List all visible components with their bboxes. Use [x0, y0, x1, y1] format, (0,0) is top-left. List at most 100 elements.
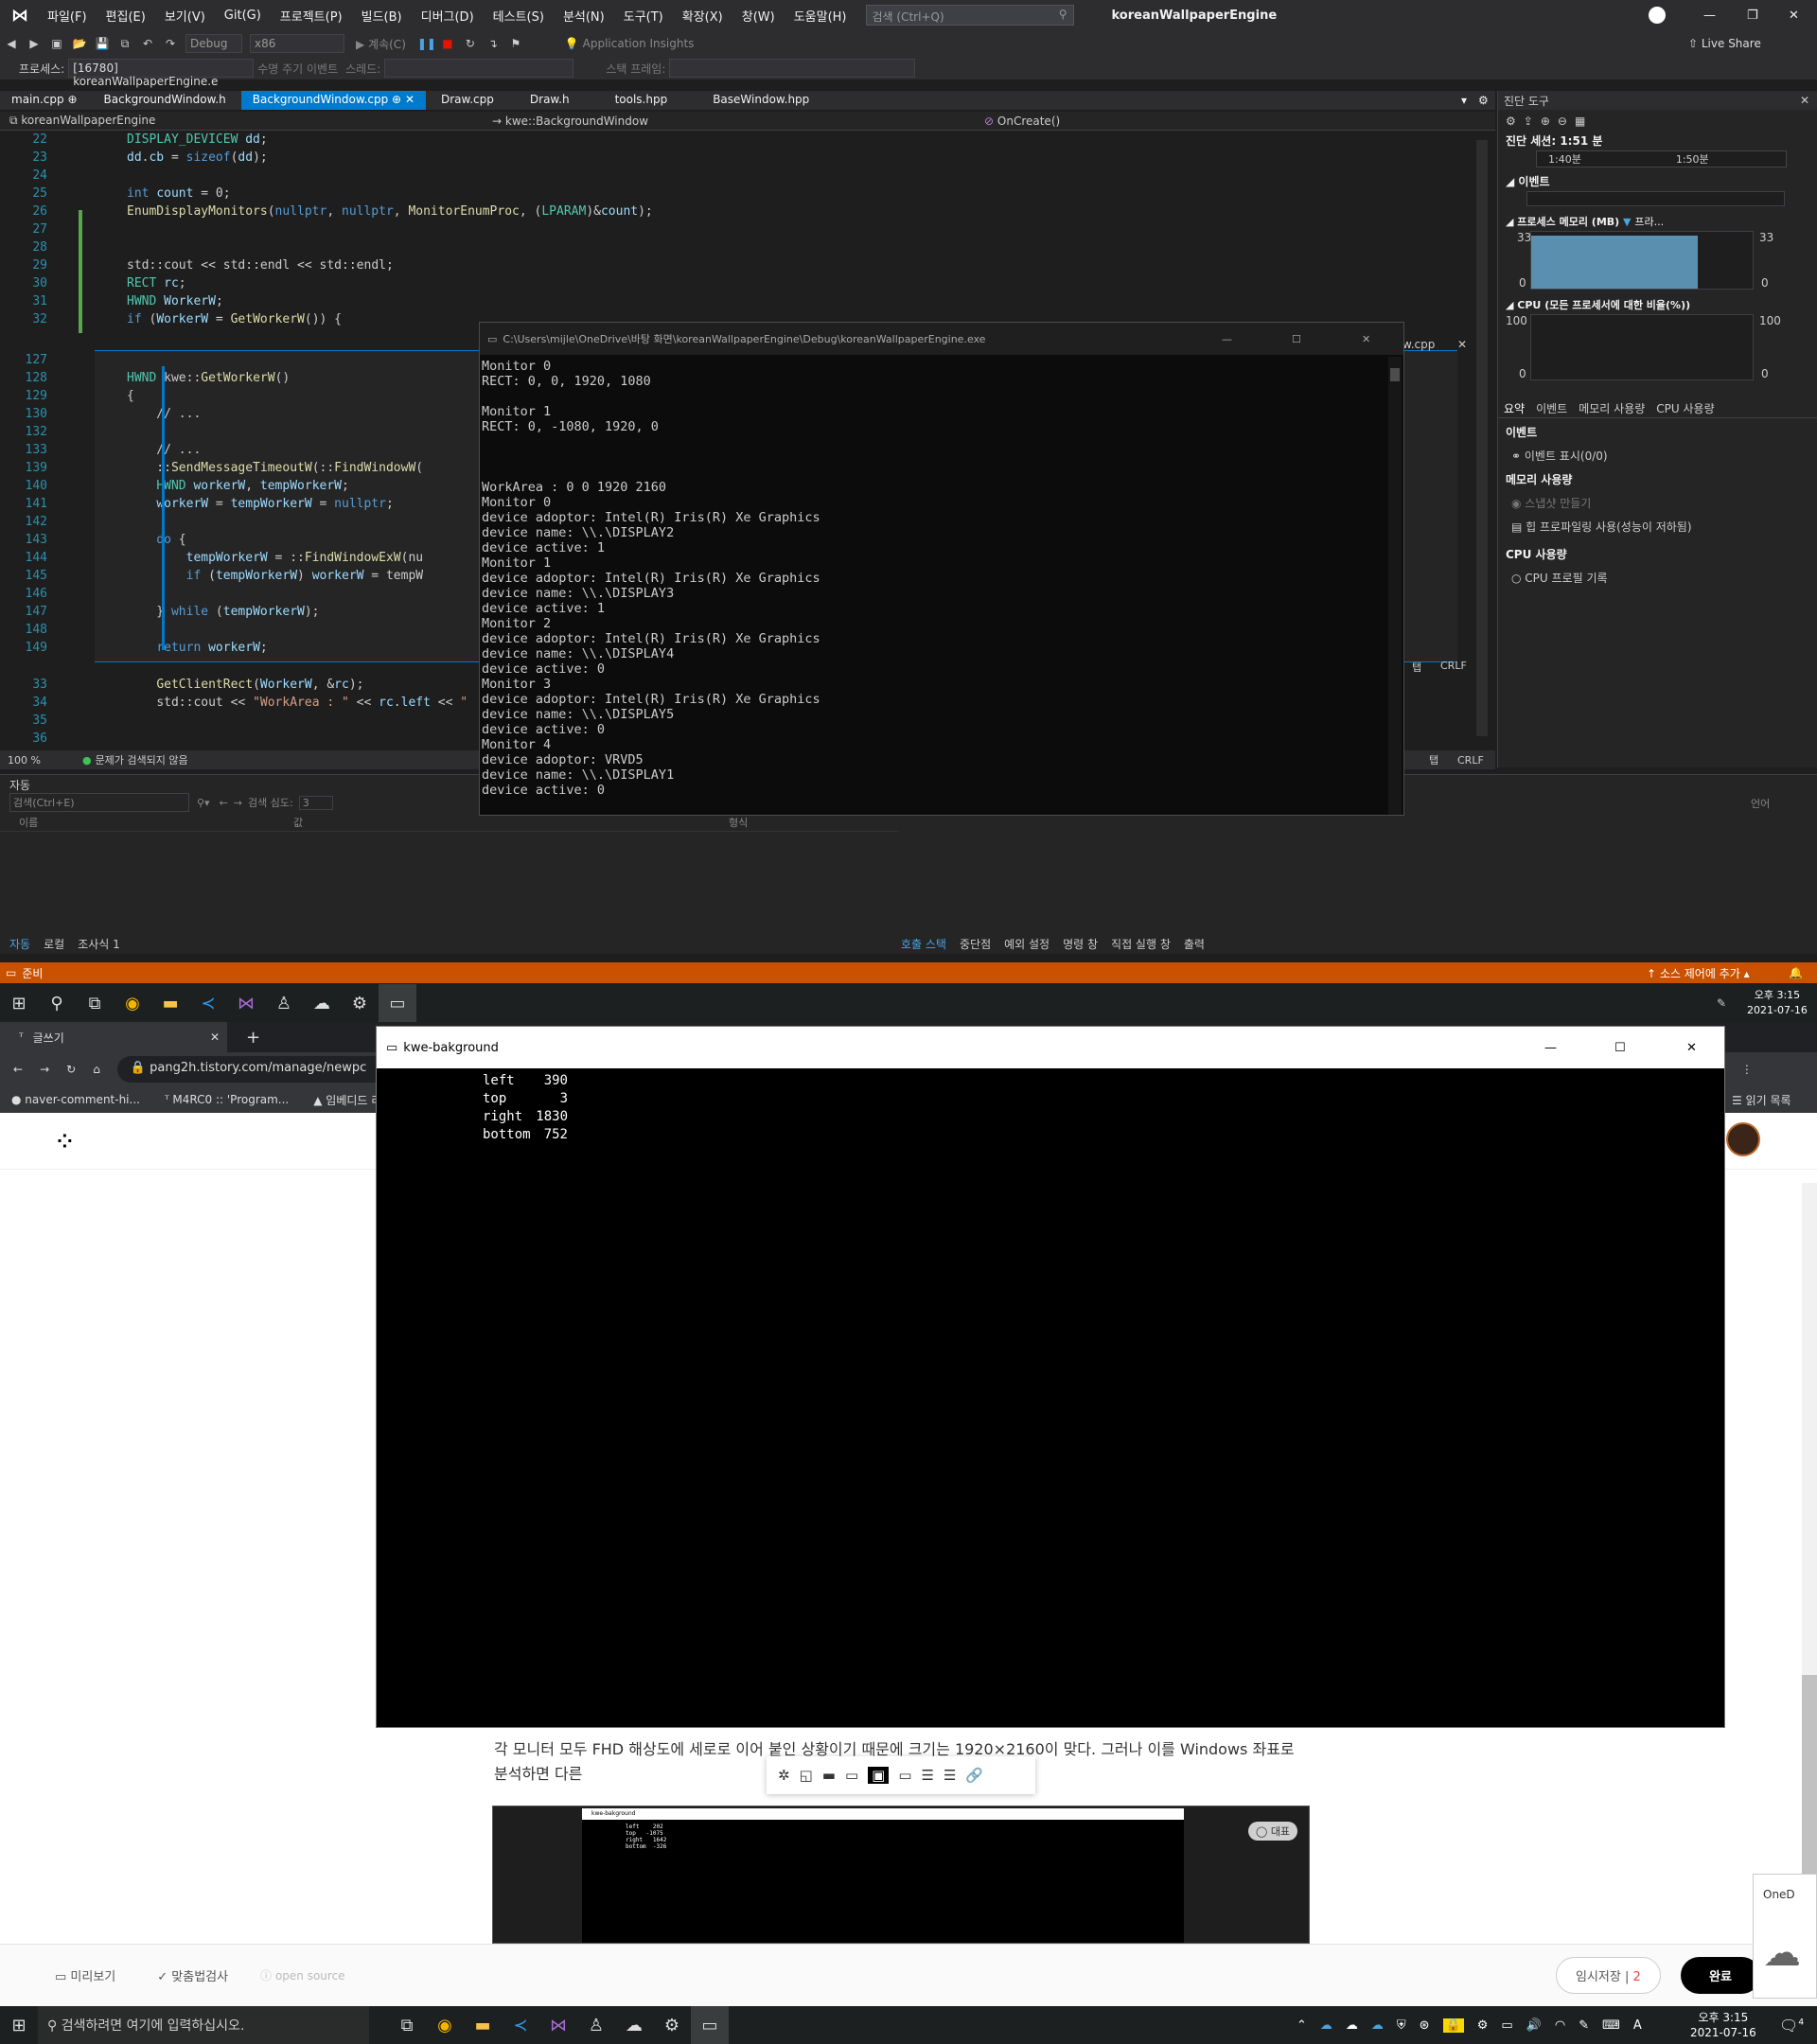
code-line[interactable]: 149 return workerW; [0, 639, 423, 657]
reload-icon[interactable]: ↻ [66, 1063, 76, 1076]
onedrive-icon[interactable]: ☁ [1320, 2018, 1332, 2033]
representative-badge[interactable]: ◯ 대표 [1248, 1822, 1298, 1841]
column-name[interactable]: 이름 [0, 815, 293, 830]
bookmark-item[interactable]: ᵀ M4RC0 :: 'Program... [165, 1093, 289, 1106]
code-line[interactable]: 142 [0, 513, 423, 531]
tab-overflow-icon[interactable]: ▾ [1461, 94, 1467, 107]
bookmark-item[interactable]: ● naver-comment-hi... [11, 1093, 140, 1106]
save-all-icon[interactable]: ⧉ [117, 36, 132, 51]
code-line[interactable]: 148 [0, 621, 423, 639]
pin-icon[interactable]: ⊕ [392, 93, 401, 106]
code-line[interactable]: 133 // ... [0, 441, 423, 459]
browser-tab-write[interactable]: ᵀ 글쓰기 ✕ [0, 1022, 227, 1052]
start-windows-icon[interactable]: ⊞ [0, 984, 38, 1022]
zoom-in-icon[interactable]: ⊕ [1541, 115, 1550, 128]
tab-autos[interactable]: 자동 [9, 936, 30, 952]
back-icon[interactable]: ← [13, 1063, 23, 1076]
lifecycle-button[interactable]: 수명 주기 이벤트 [257, 61, 338, 77]
menu-item[interactable]: 테스트(S) [493, 7, 544, 25]
blog-avatar[interactable] [1726, 1122, 1760, 1156]
tab-watch1[interactable]: 조사식 1 [78, 936, 120, 952]
kwe-close-button[interactable]: ✕ [1686, 1041, 1697, 1055]
open-icon[interactable]: 📂 [72, 36, 87, 51]
undo-icon[interactable]: ↶ [140, 36, 155, 51]
nav-project-dropdown[interactable]: ⧉ koreanWallpaperEngine [0, 114, 492, 128]
callstack-tab[interactable]: 명령 창 [1063, 936, 1098, 952]
start-windows-icon[interactable]: ⊞ [0, 2006, 38, 2044]
code-line[interactable]: 27 [0, 220, 653, 238]
nav-method-dropdown[interactable]: ⊘ OnCreate() [984, 115, 1457, 128]
record-icon[interactable] [1649, 7, 1666, 24]
diag-tab[interactable]: 메모리 사용량 [1579, 400, 1645, 416]
vs-logo-icon[interactable]: ⋈ [11, 6, 28, 26]
reading-list-button[interactable]: ☰ 읽기 목록 [1732, 1092, 1791, 1108]
console-scrollbar[interactable] [1388, 357, 1402, 815]
pin-icon[interactable]: ⊕ [67, 93, 77, 106]
code-line[interactable]: 25 int count = 0; [0, 185, 653, 203]
tab-draw-cpp[interactable]: Draw.cpp [430, 91, 505, 110]
callstack-tab[interactable]: 중단점 [960, 936, 991, 952]
restart-icon[interactable]: ↻ [463, 36, 478, 51]
stack-frame-select[interactable] [669, 59, 916, 78]
task-view-icon[interactable]: ⧉ [388, 2006, 426, 2044]
tab-locals[interactable]: 로컬 [44, 936, 64, 952]
onedrive-toast[interactable]: OneD ☁ [1753, 1874, 1817, 1999]
code-line[interactable]: 35 [0, 712, 467, 730]
process-select[interactable]: [16780] koreanWallpaperEngine.e [68, 59, 255, 88]
code-line[interactable]: 29 std::cout << std::endl << std::endl; [0, 256, 653, 274]
stop-icon[interactable]: ■ [440, 36, 455, 51]
code-line[interactable]: 26 EnumDisplayMonitors(nullptr, nullptr, … [0, 203, 652, 220]
menu-item[interactable]: 편집(E) [106, 7, 146, 25]
code-line[interactable]: 28 [0, 238, 653, 256]
align-center-icon[interactable]: ▣ [868, 1767, 890, 1784]
tab-main-cpp[interactable]: main.cpp ⊕ [0, 91, 89, 110]
code-line[interactable]: 145 if (tempWorkerW) workerW = tempW [0, 567, 424, 585]
code-line[interactable]: 147 } while (tempWorkerW); [0, 603, 423, 621]
events-track[interactable] [1526, 191, 1785, 206]
pen-icon[interactable]: ✎ [1579, 2018, 1589, 2033]
menu-item[interactable]: 분석(N) [563, 7, 605, 25]
forward-icon[interactable]: → [40, 1063, 49, 1076]
menu-item[interactable]: 보기(V) [165, 7, 205, 25]
config-select[interactable]: Debug [185, 34, 242, 53]
notification-center-icon[interactable]: 🗨4 [1779, 2017, 1804, 2035]
code-line[interactable]: 128 HWND kwe::GetWorkerW() [0, 369, 423, 387]
thread-select[interactable] [384, 59, 574, 78]
redo-icon[interactable]: ↷ [163, 36, 178, 51]
pen-icon[interactable]: ✎ [1717, 996, 1726, 1010]
zoom-select[interactable]: 100 % [8, 754, 41, 766]
code-line[interactable]: 130 // ... [0, 405, 423, 423]
diag-tab[interactable]: 이벤트 [1536, 400, 1567, 416]
tab-backgroundwindow-h[interactable]: BackgroundWindow.h [93, 91, 238, 110]
page-scroll-thumb[interactable] [1802, 1675, 1817, 1902]
code-line[interactable]: 141 workerW = tempWorkerW = nullptr; [0, 495, 423, 513]
visual-studio-icon[interactable]: ⋈ [539, 2006, 577, 2044]
timeline-ruler[interactable]: 1:40분 1:50분 [1536, 150, 1787, 167]
embedded-screenshot[interactable]: kwe-bakground left 202 top -1075 right 164… [492, 1806, 1310, 1944]
code-lines-bottom[interactable]: 33 GetClientRect(WorkerW, &rc); 34 std::c… [0, 676, 467, 748]
gear-tray-icon[interactable]: ⚙ [1477, 2018, 1489, 2033]
memory-graph[interactable] [1530, 231, 1754, 290]
preview-button[interactable]: ▭ 미리보기 [55, 1966, 115, 1984]
task-view-icon[interactable]: ⧉ [76, 984, 114, 1022]
volume-icon[interactable]: 🔊 [1526, 2018, 1542, 2033]
search-back-icon[interactable]: ← [220, 797, 228, 809]
console-maximize-button[interactable]: ☐ [1292, 333, 1301, 345]
onedrive-business-icon[interactable]: ☁ [1371, 2018, 1384, 2033]
menu-item[interactable]: 프로젝트(P) [280, 7, 343, 25]
code-lines-top[interactable]: 22 DISPLAY_DEVICEW dd; 23 dd.cb = sizeof(dd… [0, 131, 653, 328]
close-button[interactable]: ✕ [1789, 9, 1799, 23]
nav-class-dropdown[interactable]: → kwe::BackgroundWindow [492, 115, 984, 128]
home-icon[interactable]: ⌂ [93, 1063, 100, 1076]
security-lock-icon[interactable]: 🔒 [1442, 2018, 1464, 2033]
pause-icon[interactable]: ❚❚ [417, 36, 436, 51]
tistory-logo-icon[interactable]: ⁘ [57, 1130, 73, 1153]
clock-bottom[interactable]: 오후 3:15 2021-07-16 [1690, 2010, 1756, 2040]
diag-settings-icon[interactable]: ⚙ [1506, 115, 1516, 128]
code-line[interactable]: 24 [0, 167, 653, 185]
image-resize-icon[interactable]: ◱ [800, 1767, 813, 1784]
code-line[interactable]: 34 std::cout << "WorkArea : " << rc.left… [0, 694, 467, 712]
search-icon[interactable]: ⚲▾ [197, 797, 210, 809]
kwe-background-window[interactable]: ▭ kwe-bakground — ☐ ✕ left 390 top 3 right 18… [376, 1026, 1725, 1728]
taskbar-search-box[interactable]: ⚲ 검색하려면 여기에 입력하십시오. [38, 2006, 369, 2044]
